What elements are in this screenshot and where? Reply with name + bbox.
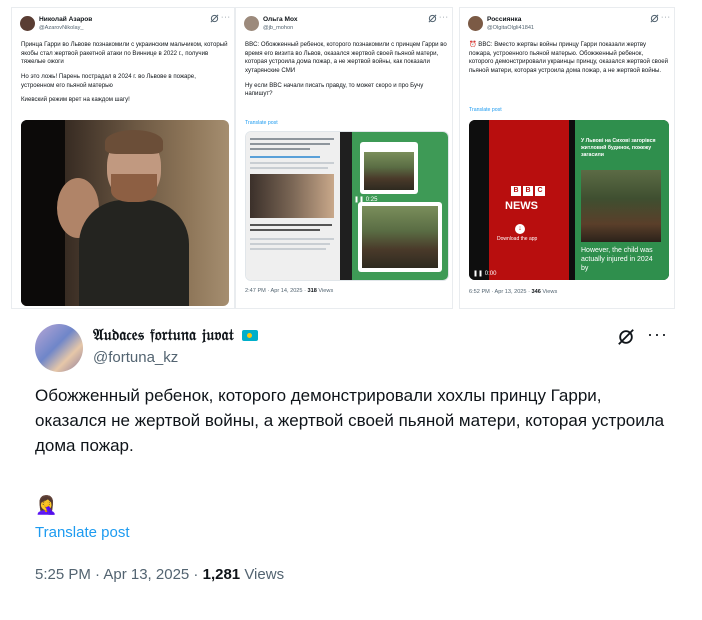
- video-time: 0:00: [484, 271, 497, 277]
- more-icon[interactable]: ···: [647, 324, 668, 345]
- avatar[interactable]: [35, 324, 83, 372]
- text-line: [250, 229, 320, 231]
- facepalm-emoji: 🤦‍♀️: [35, 495, 58, 515]
- harry-figure-hair: [105, 130, 163, 154]
- grok-icon[interactable]: [210, 14, 219, 23]
- author-handle[interactable]: @OlgitaOlgli41841: [487, 25, 534, 31]
- video-divider: [340, 132, 352, 280]
- tweet-video-preview[interactable]: ❚❚ 0:25: [245, 131, 449, 281]
- author-name[interactable]: Ольга Мох: [263, 16, 298, 23]
- tweet-meta: 5:25 PM · Apr 13, 2025 · 1,281 Views: [35, 566, 284, 583]
- tweet-paragraph: BBC: Обожженный ребенок, которого познак…: [245, 41, 447, 74]
- harry-figure-body: [79, 200, 189, 306]
- views-label: Views: [244, 566, 285, 583]
- harry-figure-beard: [111, 174, 157, 202]
- views-label: Views: [318, 288, 334, 294]
- author-handle[interactable]: @jb_mohon: [263, 25, 293, 31]
- translate-link[interactable]: Translate post: [469, 107, 502, 113]
- translate-link[interactable]: Translate post: [245, 120, 278, 126]
- bbc-logo-letter: B: [523, 186, 533, 196]
- pause-icon[interactable]: ❚❚: [354, 197, 364, 203]
- view-count: 1,281: [202, 566, 241, 583]
- tweet-text: Обожженный ребенок, которого демонстриро…: [35, 386, 665, 455]
- author-handle[interactable]: @AzarovNikolay_: [39, 25, 84, 31]
- author-name-text: 𝔄𝔲𝔡𝔞𝔠𝔢𝔰 𝔣𝔬𝔯𝔱𝔲𝔫𝔞 𝔧𝔲𝔳𝔞𝔱: [93, 325, 234, 344]
- text-line: [250, 243, 330, 245]
- download-app-text: Download the app: [497, 236, 538, 242]
- tweet-meta: 2:47 PM · Apr 14, 2025 · 318 Views: [245, 288, 333, 294]
- video-time: 0:25: [365, 197, 378, 203]
- views-label: Views: [542, 289, 558, 295]
- more-icon[interactable]: ···: [221, 14, 231, 21]
- author-name[interactable]: Николай Азаров: [39, 16, 92, 23]
- bbc-logo: B B C: [511, 186, 545, 196]
- download-icon: ↓: [515, 224, 525, 234]
- tweet-card-azarov[interactable]: Николай Азаров @AzarovNikolay_ ··· Принц…: [12, 8, 234, 308]
- tweet-paragraph-text: BBC: Вместо жертвы войны принцу Гарри по…: [469, 41, 669, 74]
- view-count: 318: [307, 288, 317, 294]
- text-line: [250, 162, 334, 164]
- tweet-card-olga[interactable]: Ольга Мох @jb_mohon ··· BBC: Обожженный …: [236, 8, 452, 308]
- avatar[interactable]: [20, 16, 35, 31]
- text-line: [250, 156, 320, 158]
- author-handle[interactable]: @fortuna_kz: [93, 349, 178, 366]
- bbc-logo-letter: B: [511, 186, 521, 196]
- tweet-paragraph: Но это ложь! Парень пострадал в 2024 г. …: [21, 72, 196, 89]
- author-name[interactable]: 𝔄𝔲𝔡𝔞𝔠𝔢𝔰 𝔣𝔬𝔯𝔱𝔲𝔫𝔞 𝔧𝔲𝔳𝔞𝔱: [93, 325, 258, 345]
- tweet-paragraph: Ну если BBC начали писать правду, то мож…: [245, 81, 424, 98]
- text-line: [250, 138, 334, 140]
- text-line: [250, 238, 334, 240]
- text-line: [250, 167, 328, 169]
- tweet-paragraph: Принца Гарри во Львове познакомили с укр…: [21, 41, 228, 66]
- more-icon[interactable]: ···: [661, 14, 671, 21]
- kazakhstan-flag-icon: [241, 330, 258, 341]
- main-tweet-card[interactable]: 𝔄𝔲𝔡𝔞𝔠𝔢𝔰 𝔣𝔬𝔯𝔱𝔲𝔫𝔞 𝔧𝔲𝔳𝔞𝔱 @fortuna_kz ··· Об…: [17, 316, 687, 600]
- article-headline: У Львові на Сихові загорівся житловий бу…: [581, 138, 656, 159]
- article-card: [360, 142, 418, 194]
- pause-icon[interactable]: ❚❚: [473, 271, 483, 277]
- tweet-paragraph: ⏰ BBC: Вместо жертвы войны принцу Гарри …: [469, 41, 669, 76]
- text-line: [250, 143, 330, 145]
- timestamp[interactable]: 5:25 PM · Apr 13, 2025 ·: [35, 566, 198, 583]
- tweet-text: Принца Гарри во Львове познакомили с укр…: [21, 41, 229, 111]
- house-photo: [362, 206, 438, 268]
- video-caption: However, the child was actually injured …: [581, 247, 653, 273]
- text-line: [250, 248, 326, 250]
- tweet-card-rossiyanka[interactable]: Россиянка @OlgitaOlgli41841 ··· ⏰ BBC: В…: [460, 8, 674, 308]
- bbc-news-wordmark: NEWS: [505, 200, 538, 212]
- grok-icon[interactable]: [650, 14, 659, 23]
- article-green-panel: [352, 132, 448, 280]
- tweet-meta: 6:52 PM · Apr 13, 2025 · 346 Views: [469, 289, 557, 295]
- view-count: 346: [531, 289, 541, 295]
- text-line: [250, 224, 332, 226]
- avatar[interactable]: [244, 16, 259, 31]
- bbc-logo-letter: C: [535, 186, 545, 196]
- house-photo: [364, 152, 414, 190]
- grok-icon[interactable]: [617, 328, 635, 346]
- tweet-video-bbc[interactable]: B B C NEWS ↓ Download the app У Львові н…: [469, 120, 669, 280]
- timestamp[interactable]: 6:52 PM · Apr 13, 2025 ·: [469, 289, 530, 295]
- alarm-icon: ⏰: [469, 41, 477, 48]
- video-dark-edge: [469, 120, 489, 280]
- video-timestamp: ❚❚ 0:25: [354, 196, 377, 203]
- tweet-paragraph: Киевский режим врет на каждом шагу!: [21, 96, 130, 104]
- tweet-text: BBC: Обожженный ребенок, которого познак…: [245, 41, 447, 105]
- tweet-text: ⏰ BBC: Вместо жертвы войны принцу Гарри …: [469, 41, 669, 82]
- article-card: [358, 202, 442, 272]
- burned-house-photo: [581, 170, 661, 242]
- article-screenshot: [246, 132, 340, 280]
- author-name[interactable]: Россиянка: [487, 16, 521, 23]
- translate-link[interactable]: Translate post: [35, 524, 130, 541]
- avatar[interactable]: [468, 16, 483, 31]
- more-icon[interactable]: ···: [439, 14, 449, 21]
- tweet-image-harry[interactable]: [21, 120, 229, 306]
- article-photo: [250, 174, 334, 218]
- timestamp[interactable]: 2:47 PM · Apr 14, 2025 ·: [245, 288, 306, 294]
- text-line: [250, 148, 310, 150]
- video-timestamp: ❚❚ 0:00: [473, 270, 496, 277]
- grok-icon[interactable]: [428, 14, 437, 23]
